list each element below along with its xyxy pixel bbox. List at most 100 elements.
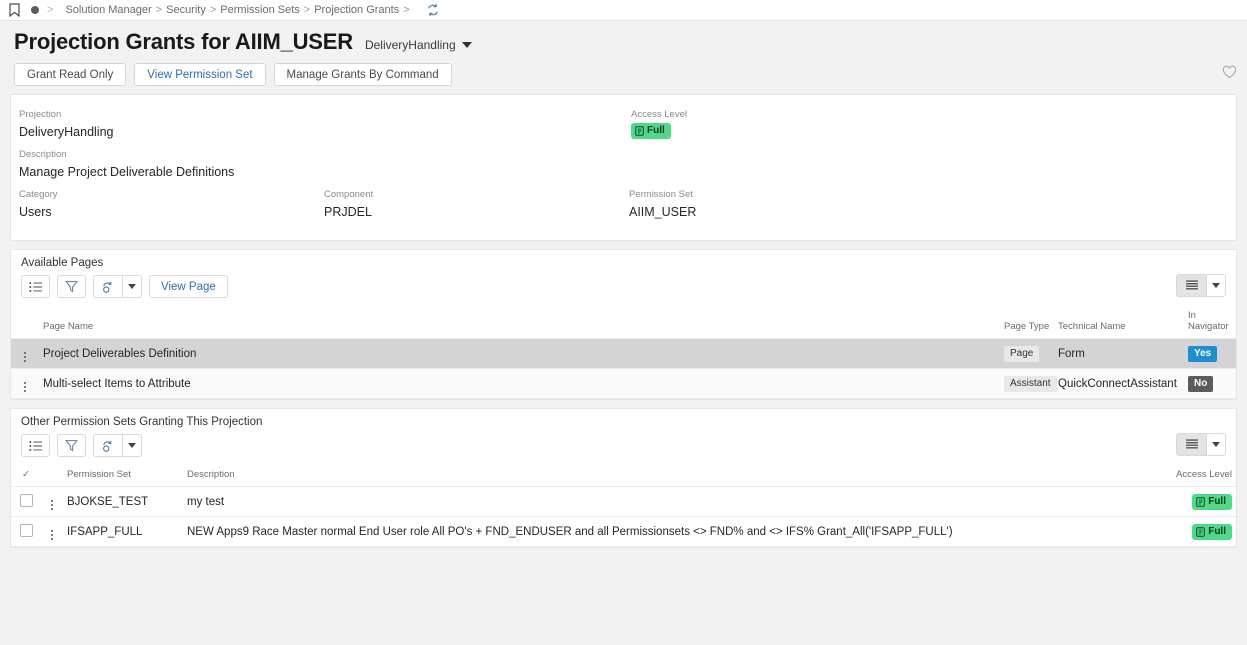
row-menu-col-header (11, 306, 39, 339)
chevron-down-icon[interactable] (1206, 274, 1226, 297)
row-checkbox[interactable] (19, 493, 33, 507)
breadcrumb-bar: > Solution Manager > Security > Permissi… (0, 0, 1247, 21)
refresh-cycle-icon[interactable] (93, 434, 122, 457)
row-checkbox-cell[interactable] (11, 486, 41, 517)
breadcrumb-sep-1: > (155, 4, 163, 16)
filter-icon[interactable] (57, 275, 86, 298)
col-technical-name[interactable]: Technical Name (1054, 306, 1184, 339)
category-value: Users (19, 205, 52, 219)
breadcrumb-sep-4: > (403, 4, 410, 16)
description-label: Description (19, 149, 67, 160)
tab-grant-read-only[interactable]: Grant Read Only (14, 63, 127, 86)
rows-view-icon[interactable] (1176, 274, 1206, 297)
list-view-icon[interactable] (21, 275, 50, 298)
table-header-row: Page Name Page Type Technical Name In Na… (11, 306, 1236, 339)
refresh-cycle-icon[interactable] (93, 275, 122, 298)
projection-selector[interactable]: DeliveryHandling (365, 38, 472, 52)
other-permission-sets-card: Other Permission Sets Granting This Proj… (10, 408, 1237, 548)
breadcrumb-sep-2: > (209, 4, 217, 16)
col-description[interactable]: Description (183, 465, 1150, 487)
col-page-type[interactable]: Page Type (1000, 306, 1054, 339)
row-checkbox-cell[interactable] (11, 516, 41, 547)
kebab-menu-icon[interactable] (51, 530, 53, 540)
breadcrumb-item-3[interactable]: Projection Grants (314, 4, 399, 16)
available-pages-table: Page Name Page Type Technical Name In Na… (11, 306, 1236, 399)
view-page-button[interactable]: View Page (149, 275, 228, 298)
component-value: PRJDEL (324, 205, 372, 219)
row-menu-cell[interactable] (41, 486, 63, 517)
other-permission-sets-toolbar (11, 433, 1236, 465)
bookmark-icon[interactable] (8, 3, 21, 17)
field-description: Description Manage Project Deliverable D… (19, 148, 1228, 188)
heart-icon[interactable] (1222, 65, 1237, 84)
available-pages-title: Available Pages (11, 250, 1236, 275)
col-in-navigator[interactable]: In Navigator (1184, 306, 1236, 339)
col-page-name[interactable]: Page Name (39, 306, 1000, 339)
row-menu-cell[interactable] (11, 368, 39, 399)
projection-info-grid: Projection DeliveryHandling Access Level… (11, 108, 1236, 240)
other-permission-sets-table: ✓ Permission Set Description Access Leve… (11, 465, 1236, 547)
table-row[interactable]: IFSAPP_FULL NEW Apps9 Race Master normal… (11, 516, 1236, 547)
document-icon (1196, 526, 1205, 537)
col-access-level[interactable]: Access Level (1150, 465, 1236, 487)
cell-technical-name: QuickConnectAssistant (1054, 368, 1184, 399)
access-level-badge: Full (631, 123, 671, 139)
select-all-checkbox[interactable]: ✓ (11, 465, 41, 487)
access-level-badge-label: Full (1208, 525, 1226, 537)
kebab-menu-icon[interactable] (24, 352, 26, 362)
breadcrumb-sep-0: > (47, 4, 54, 16)
in-navigator-badge: No (1188, 375, 1214, 392)
table-row[interactable]: Project Deliverables Definition Page For… (11, 338, 1236, 369)
category-label: Category (19, 189, 58, 200)
status-dot-icon (31, 6, 39, 14)
permission-set-value: AIIM_USER (629, 205, 697, 219)
breadcrumb-item-1[interactable]: Security (166, 4, 206, 16)
page-type-badge: Assistant (1004, 375, 1057, 392)
field-projection: Projection DeliveryHandling (19, 108, 631, 148)
access-level-badge-label: Full (1208, 495, 1226, 507)
other-permission-sets-title: Other Permission Sets Granting This Proj… (11, 409, 1236, 434)
page-title: Projection Grants for AIIM_USER (14, 29, 353, 54)
list-view-icon[interactable] (21, 434, 50, 457)
access-level-badge-label: Full (647, 125, 665, 136)
cell-description: my test (183, 486, 1150, 517)
breadcrumb-item-2[interactable]: Permission Sets (220, 4, 299, 16)
row-menu-col-header (41, 465, 63, 487)
kebab-menu-icon[interactable] (24, 382, 26, 392)
table-header-row: ✓ Permission Set Description Access Leve… (11, 465, 1236, 487)
access-level-badge: Full (1192, 523, 1232, 540)
kebab-menu-icon[interactable] (51, 500, 53, 510)
refresh-split-button[interactable] (93, 275, 142, 298)
chevron-down-icon[interactable] (122, 434, 142, 457)
refresh-split-button[interactable] (93, 434, 142, 457)
row-checkbox[interactable] (19, 523, 33, 537)
breadcrumb: Solution Manager > Security > Permission… (65, 4, 413, 16)
description-value: Manage Project Deliverable Definitions (19, 165, 235, 179)
in-navigator-badge: Yes (1188, 345, 1218, 362)
chevron-down-icon[interactable] (122, 275, 142, 298)
col-permission-set[interactable]: Permission Set (63, 465, 183, 487)
row-menu-cell[interactable] (11, 338, 39, 369)
cell-description: NEW Apps9 Race Master normal End User ro… (183, 516, 1150, 547)
cell-page-name: Project Deliverables Definition (39, 338, 1000, 369)
document-icon (1196, 496, 1205, 507)
field-category: Category Users (19, 188, 324, 228)
projection-label: Projection (19, 109, 62, 120)
rows-view-icon[interactable] (1176, 433, 1206, 456)
row-menu-cell[interactable] (41, 516, 63, 547)
page-header: Projection Grants for AIIM_USER Delivery… (0, 21, 1247, 57)
filter-icon[interactable] (57, 434, 86, 457)
cell-permission-set: BJOKSE_TEST (63, 486, 183, 517)
refresh-icon[interactable] (426, 3, 440, 17)
cell-technical-name: Form (1054, 338, 1184, 369)
cell-permission-set: IFSAPP_FULL (63, 516, 183, 547)
chevron-down-icon[interactable] (1206, 433, 1226, 456)
table-row[interactable]: BJOKSE_TEST my test Full (11, 486, 1236, 517)
tab-manage-grants-by-command[interactable]: Manage Grants By Command (273, 63, 452, 86)
breadcrumb-sep-3: > (303, 4, 311, 16)
chevron-down-icon (461, 42, 472, 48)
tab-view-permission-set[interactable]: View Permission Set (134, 63, 266, 86)
table-row[interactable]: Multi-select Items to Attribute Assistan… (11, 368, 1236, 399)
breadcrumb-item-0[interactable]: Solution Manager (65, 4, 151, 16)
field-access-level: Access Level Full (631, 108, 936, 148)
